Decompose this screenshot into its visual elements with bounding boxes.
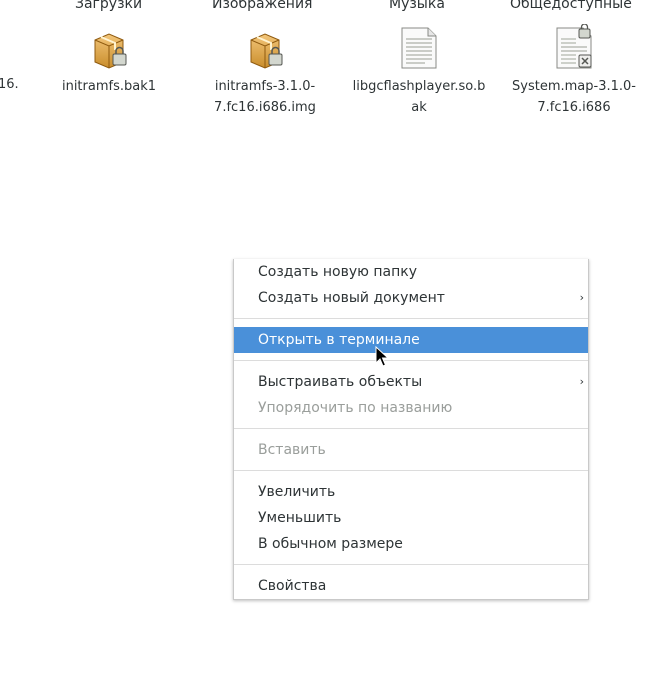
file-name: initramfs-3.1.0-7.fc16.i686.img [214,79,316,115]
menu-item-label: В обычном размере [258,536,403,552]
menu-separator [234,564,588,565]
folder-label-music[interactable]: Музыка [389,0,445,12]
menu-separator [234,428,588,429]
file-item[interactable]: initramfs-3.1.0-7.fc16.i686.img [195,24,335,118]
file-item[interactable]: libgcflashplayer.so.bak [349,24,489,118]
folder-label-downloads[interactable]: Загрузки [75,0,142,12]
mouse-pointer-icon [375,345,390,368]
menu-item-label: Открыть в терминале [258,332,420,348]
menu-item-label: Создать новую папку [258,264,418,280]
menu-item-paste[interactable]: Вставить [234,437,588,463]
file-item[interactable]: initramfs.bak1 [39,24,179,97]
file-item[interactable]: System.map-3.1.0-7.fc16.i686 [504,23,644,118]
submenu-arrow-icon: › [579,291,584,304]
file-name: System.map-3.1.0-7.fc16.i686 [512,79,636,115]
menu-item-sort-by-name[interactable]: Упорядочить по названию [234,395,588,421]
menu-item-properties[interactable]: Свойства [234,573,588,599]
menu-separator [234,470,588,471]
menu-item-create-document[interactable]: Создать новый документ › [234,285,588,311]
menu-item-zoom-in[interactable]: Увеличить [234,479,588,505]
menu-item-label: Свойства [258,578,327,594]
package-lock-icon [85,24,133,72]
folder-label-public[interactable]: Общедоступные [510,0,632,12]
file-name: initramfs.bak1 [61,79,157,94]
text-document-lock-x-icon [550,23,598,72]
menu-item-label: Упорядочить по названию [258,400,453,416]
menu-item-normal-size[interactable]: В обычном размере [234,531,588,557]
menu-item-label: Уменьшить [258,510,342,526]
menu-separator [234,360,588,361]
package-lock-icon [241,24,289,72]
menu-item-label: Выстраивать объекты [258,374,423,390]
menu-item-open-terminal[interactable]: Открыть в терминале [234,327,588,353]
folder-label-pictures[interactable]: Изображения [212,0,312,12]
menu-item-zoom-out[interactable]: Уменьшить [234,505,588,531]
menu-separator [234,318,588,319]
menu-item-label: Создать новый документ [258,290,445,306]
menu-item-arrange-items[interactable]: Выстраивать объекты › [234,369,588,395]
menu-item-create-folder[interactable]: Создать новую папку [234,259,588,285]
context-menu: Создать новую папку Создать новый докуме… [233,259,589,600]
file-label-cropped[interactable]: 16. [0,74,19,95]
submenu-arrow-icon: › [579,375,584,388]
text-document-icon [395,24,443,72]
menu-item-label: Увеличить [258,484,336,500]
file-name: libgcflashplayer.so.bak [352,79,486,115]
menu-item-label: Вставить [258,442,326,458]
file-manager-view: Загрузки Изображения Музыка Общедоступны… [0,0,655,687]
